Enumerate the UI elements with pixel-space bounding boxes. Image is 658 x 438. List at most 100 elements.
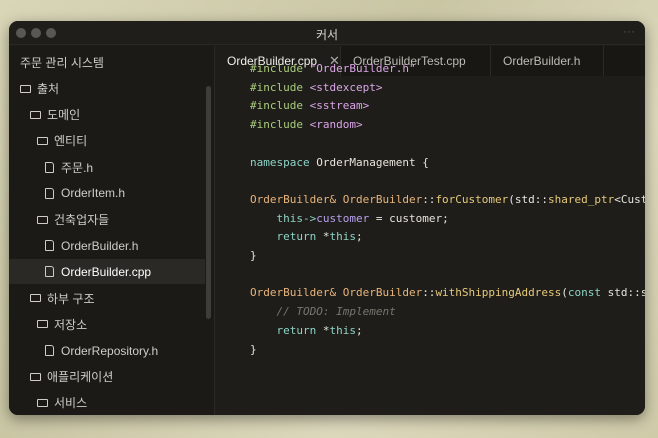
code-token: <sstream>: [309, 99, 370, 113]
tree-item-label: 애플리케이션: [47, 370, 114, 385]
code-token: return: [276, 230, 323, 244]
tree-item-label: 서비스: [54, 396, 88, 411]
tree-item[interactable]: 주문.h: [9, 155, 205, 180]
file-explorer: 주문 관리 시스템 출처도메인엔티티주문.h OrderItem.h 건축업자들 Or…: [9, 46, 214, 415]
code-token: ::: [422, 192, 436, 206]
tree-item-label: 건축업자들: [54, 213, 110, 227]
code-token: this: [329, 230, 356, 244]
code-token: <Customer> customer) {: [614, 192, 645, 206]
tree-item[interactable]: OrderRepository.h: [9, 338, 205, 363]
tree-item[interactable]: 도메인: [9, 102, 205, 127]
tree-item[interactable]: 출처: [9, 76, 205, 101]
project-title: 주문 관리 시스템: [20, 56, 104, 70]
code-token: namespace: [250, 155, 317, 169]
code-token: // TODO: Implement: [276, 305, 396, 319]
code-editor[interactable]: #include "OrderBuilder.h" #include <stdex…: [250, 60, 645, 359]
code-token: = customer;: [369, 211, 449, 225]
tree-item[interactable]: 건축업자들: [9, 207, 205, 232]
code-token: }: [250, 342, 257, 356]
code-line: this->customer = customer;: [250, 210, 645, 229]
tree-item-label: OrderBuilder.cpp: [61, 264, 152, 279]
code-token: ;: [355, 230, 363, 244]
code-token: withShippingAddress: [435, 286, 562, 300]
tree-item[interactable]: OrderBuilder.h: [9, 233, 205, 258]
code-line: }: [250, 247, 645, 266]
code-token: #include: [250, 99, 310, 113]
window-title: 커서: [315, 28, 339, 42]
code-line: #include <stdexcept>: [250, 79, 645, 98]
code-token: ;: [355, 323, 363, 337]
folder-icon: [30, 110, 41, 119]
editor-window: 커서 ··· 주문 관리 시스템 출처도메인엔티티주문.h OrderItem.h…: [9, 21, 645, 415]
code-token: return: [276, 323, 323, 337]
folder-icon: [37, 320, 48, 329]
code-token: const: [567, 286, 608, 300]
tree-item[interactable]: 엔티티: [9, 128, 205, 153]
file-icon: [45, 345, 54, 356]
folder-icon: [30, 372, 41, 381]
code-line: #include <sstream>: [250, 97, 645, 116]
tree-item-label: 엔티티: [54, 134, 88, 149]
code-line: }: [250, 341, 645, 360]
code-token: #include: [250, 62, 310, 75]
code-token: #include: [250, 80, 310, 94]
code-token: this: [329, 323, 356, 337]
sidebar-scrollbar[interactable]: [206, 86, 211, 319]
code-token: this->: [276, 211, 317, 225]
title-bar: 커서 ···: [9, 21, 645, 45]
tree-item-label: 출처: [37, 82, 60, 96]
tree-item-label: OrderBuilder.h: [61, 238, 139, 253]
tree-item-label: 주문.h: [61, 160, 94, 175]
code-line: return *this;: [250, 322, 645, 341]
folder-icon: [30, 294, 41, 303]
code-line: namespace OrderManagement {: [250, 154, 645, 173]
tree-item-label: OrderRepository.h: [61, 343, 159, 358]
tree-item[interactable]: 서비스: [9, 390, 205, 415]
code-token: <random>: [309, 118, 363, 132]
code-token: OrderBuilder& OrderBuilder: [250, 286, 423, 300]
editor-area: OrderBuilder.cpp ✕ OrderBuilderTest.cpp Ord…: [214, 46, 645, 415]
tree-item[interactable]: OrderItem.h: [9, 181, 205, 206]
code-token: shared_ptr: [548, 192, 615, 206]
folder-icon: [20, 84, 31, 93]
folder-icon: [37, 398, 48, 407]
tree-item[interactable]: OrderBuilder.cpp: [9, 259, 205, 285]
code-line: OrderBuilder& OrderBuilder::forCustomer(…: [250, 191, 645, 210]
code-line: #include <random>: [250, 116, 645, 135]
code-token: OrderManagement {: [316, 155, 429, 169]
code-token: OrderBuilder& OrderBuilder: [250, 192, 423, 206]
tree-item-label: OrderItem.h: [61, 186, 126, 201]
file-icon: [45, 187, 54, 199]
code-line: return *this;: [250, 228, 645, 247]
code-token: #include: [250, 118, 310, 132]
code-token: (: [561, 286, 568, 300]
tree-item[interactable]: 애플리케이션: [9, 364, 205, 389]
tree-item[interactable]: 저장소: [9, 312, 205, 337]
file-icon: [45, 161, 54, 173]
tree-item-label: 하부 구조: [47, 291, 95, 306]
code-token: std::string& address) {: [607, 286, 645, 300]
more-icon[interactable]: ···: [623, 24, 635, 38]
code-token: "OrderBuilder.h": [309, 62, 416, 75]
tree-item[interactable]: 하부 구조: [9, 286, 205, 311]
tree-item-label: 도메인: [47, 108, 81, 123]
tree-item-label: 저장소: [54, 317, 88, 332]
code-line: #include "OrderBuilder.h": [250, 60, 645, 79]
file-icon: [45, 240, 54, 252]
code-token: forCustomer: [435, 192, 509, 206]
code-token: <stdexcept>: [309, 80, 383, 94]
folder-icon: [37, 136, 48, 145]
file-icon: [45, 266, 54, 278]
code-token: (std::: [508, 192, 549, 206]
code-line: OrderBuilder& OrderBuilder::withShipping…: [250, 284, 645, 303]
code-token: customer: [316, 211, 370, 225]
folder-icon: [37, 215, 48, 224]
code-line: // TODO: Implement: [250, 303, 645, 322]
